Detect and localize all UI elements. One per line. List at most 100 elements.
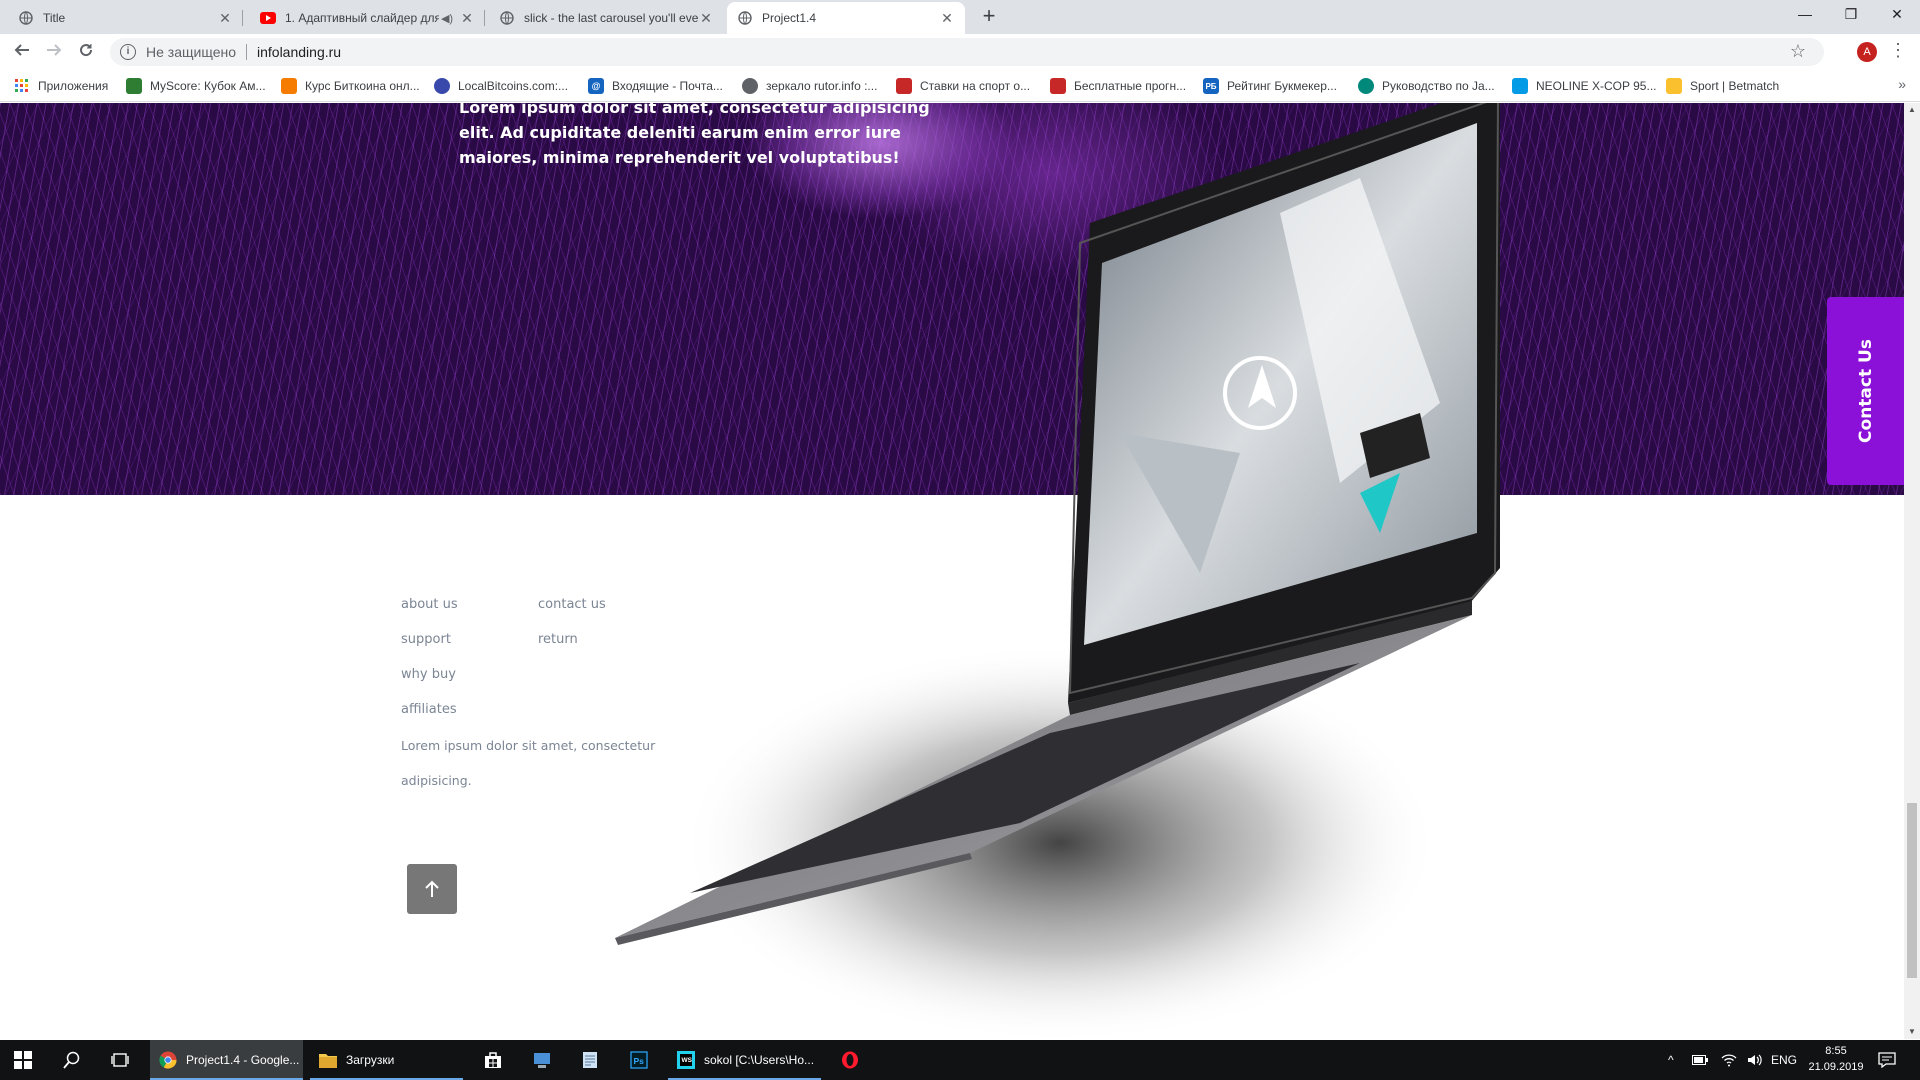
restore-button[interactable]: ❐ (1828, 0, 1874, 30)
taskbar-app-downloads[interactable]: Загрузки (310, 1040, 463, 1080)
info-icon[interactable]: i (120, 44, 136, 60)
bookmark-item[interactable]: зеркало rutor.info :... (742, 77, 877, 95)
bookmark-item[interactable]: Руководство по Ja... (1358, 77, 1495, 95)
security-label[interactable]: Не защищено (146, 44, 236, 60)
tab-slick[interactable]: slick - the last carousel you'll eve ✕ (489, 2, 724, 34)
bookmark-label: Бесплатные прогн... (1074, 79, 1187, 93)
computer-icon (534, 1053, 550, 1068)
clock-time: 8:55 (1825, 1045, 1847, 1057)
taskbar-app-label: Project1.4 - Google... (186, 1053, 300, 1067)
back-button[interactable] (10, 40, 34, 64)
bookmark-item[interactable]: Бесплатные прогн... (1050, 77, 1186, 95)
shield-icon (1050, 78, 1066, 94)
tray-show-hidden-icon[interactable]: ^ (1668, 1040, 1674, 1080)
tab-title[interactable]: Title ✕ (8, 2, 243, 34)
task-view-icon (111, 1053, 129, 1067)
page-scrollbar[interactable]: ▲ ▼ (1904, 103, 1920, 1039)
profile-avatar[interactable]: A (1857, 42, 1877, 62)
bookmark-label: зеркало rutor.info :... (766, 79, 878, 93)
scroll-up-arrow-icon[interactable]: ▲ (1904, 103, 1920, 117)
windows-logo-icon (14, 1051, 32, 1069)
scroll-down-arrow-icon[interactable]: ▼ (1904, 1025, 1920, 1039)
arrow-up-icon (425, 880, 439, 897)
forward-button[interactable] (42, 40, 66, 64)
arrow-left-icon (14, 44, 29, 56)
footer-link-why-buy[interactable]: why buy (401, 667, 456, 682)
tab-separator (242, 10, 243, 26)
close-window-button[interactable]: ✕ (1874, 0, 1920, 30)
task-view-button[interactable] (100, 1040, 140, 1080)
notification-center-icon[interactable] (1878, 1040, 1896, 1080)
scrollbar-thumb[interactable] (1907, 803, 1917, 978)
taskbar-app-chrome[interactable]: Project1.4 - Google... (150, 1040, 303, 1080)
bookmark-label: Входящие - Почта... (612, 79, 723, 93)
footer-link-support[interactable]: support (401, 632, 451, 647)
contact-us-button[interactable]: Contact Us (1827, 297, 1904, 485)
betmatch-icon (1666, 78, 1682, 94)
search-button[interactable] (52, 1040, 92, 1080)
folder-icon (318, 1050, 338, 1070)
taskbar-app-label: Загрузки (346, 1053, 395, 1067)
system-clock[interactable]: 8:55 21.09.2019 (1800, 1043, 1872, 1075)
taskbar-explorer[interactable] (522, 1040, 562, 1080)
webstorm-icon: WS (676, 1050, 696, 1070)
battery-icon[interactable] (1692, 1040, 1708, 1080)
close-icon[interactable]: ✕ (217, 10, 233, 27)
taskbar-opera[interactable] (830, 1040, 870, 1080)
tab-label: Title (43, 11, 66, 25)
footer-link-contact-us[interactable]: contact us (538, 597, 606, 612)
contact-us-label: Contact Us (1855, 339, 1876, 443)
url-text[interactable]: infolanding.ru (257, 44, 341, 60)
start-button[interactable] (0, 1040, 46, 1080)
new-tab-button[interactable]: + (977, 5, 1001, 29)
neoline-icon (1512, 78, 1528, 94)
taskbar-app-label: sokol [C:\Users\Ho... (704, 1053, 815, 1067)
close-icon[interactable]: ✕ (698, 10, 714, 27)
footer-link-return[interactable]: return (538, 632, 578, 647)
footer-link-about-us[interactable]: about us (401, 597, 458, 612)
mail-icon: @ (588, 78, 604, 94)
bookmark-item[interactable]: Ставки на спорт о... (896, 77, 1030, 95)
close-icon[interactable]: ✕ (939, 10, 955, 27)
search-icon (63, 1051, 80, 1069)
arrow-right-icon (47, 44, 62, 56)
omnibox-divider (246, 44, 247, 60)
bookmark-item[interactable]: NEOLINE X-COP 95... (1512, 77, 1657, 95)
minimize-button[interactable]: — (1782, 0, 1828, 30)
bookmark-item[interactable]: Приложения (14, 77, 108, 95)
rb-icon: РБ (1203, 78, 1219, 94)
bookmark-item[interactable]: Sport | Betmatch (1666, 77, 1779, 95)
chevron-double-right-icon[interactable]: » (1898, 76, 1906, 92)
bookmark-item[interactable]: MyScore: Кубок Ам... (126, 77, 266, 95)
tab-project[interactable]: Project1.4 ✕ (727, 2, 965, 34)
close-icon[interactable]: ✕ (459, 10, 475, 27)
photoshop-icon: Ps (630, 1051, 648, 1069)
speaker-icon[interactable]: ◀) (439, 12, 455, 25)
menu-icon[interactable]: ⋮ (1889, 40, 1907, 61)
chrome-icon (158, 1050, 178, 1070)
bookmark-item[interactable]: @ Входящие - Почта... (588, 77, 723, 95)
footer-link-affiliates[interactable]: affiliates (401, 702, 457, 717)
scroll-to-top-button[interactable] (407, 864, 457, 914)
tab-label: slick - the last carousel you'll eve (524, 11, 698, 25)
notepad-icon (583, 1052, 597, 1068)
taskbar-store[interactable] (473, 1040, 513, 1080)
globe-icon (499, 10, 515, 26)
tab-slider[interactable]: 1. Адаптивный слайдер для ◀) ✕ (250, 2, 485, 34)
bookmark-star-icon[interactable]: ☆ (1790, 41, 1806, 62)
taskbar-photoshop[interactable]: Ps (619, 1040, 659, 1080)
wifi-icon[interactable] (1721, 1040, 1737, 1080)
store-icon (485, 1052, 501, 1068)
reload-button[interactable] (74, 40, 98, 64)
bookmark-label: Приложения (38, 79, 109, 93)
language-indicator[interactable]: ENG (1771, 1040, 1797, 1080)
bookmark-item[interactable]: РБ Рейтинг Букмекер... (1203, 77, 1337, 95)
taskbar-app-webstorm[interactable]: WS sokol [C:\Users\Ho... (668, 1040, 821, 1080)
bookmark-item[interactable]: LocalBitcoins.com:... (434, 77, 568, 95)
address-bar[interactable]: i Не защищено infolanding.ru ☆ (110, 38, 1824, 66)
tab-separator (484, 10, 485, 26)
volume-icon[interactable] (1747, 1040, 1763, 1080)
bookmark-item[interactable]: Курс Биткоина онл... (281, 77, 420, 95)
tab-label: Project1.4 (762, 11, 817, 25)
taskbar-notepad[interactable] (570, 1040, 610, 1080)
